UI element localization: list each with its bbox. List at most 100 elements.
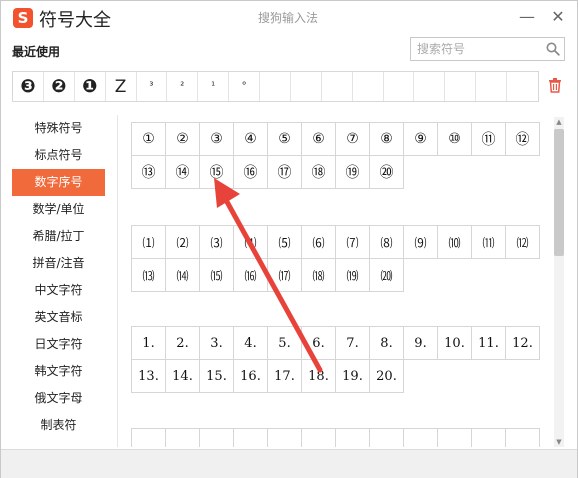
- symbol-cell[interactable]: ⑭: [166, 156, 200, 189]
- symbol-cell[interactable]: 12.: [506, 327, 540, 360]
- symbol-cell[interactable]: 9.: [404, 327, 438, 360]
- recent-symbol[interactable]: ❸: [13, 72, 44, 101]
- symbol-cell[interactable]: ⒀: [132, 259, 166, 292]
- scrollbar-thumb[interactable]: [554, 129, 564, 256]
- symbol-cell[interactable]: 17.: [268, 360, 302, 393]
- symbol-cell[interactable]: ⑷: [234, 226, 268, 259]
- search-box[interactable]: [410, 37, 565, 61]
- symbol-cell[interactable]: 8.: [370, 327, 404, 360]
- close-button[interactable]: ✕: [548, 7, 568, 27]
- search-input[interactable]: [411, 38, 537, 60]
- recent-symbol[interactable]: ❷: [44, 72, 75, 101]
- sidebar-item-japanese-chars[interactable]: 日文字符: [12, 331, 105, 358]
- minimize-button[interactable]: —: [517, 7, 537, 27]
- symbol-cell-partial[interactable]: [166, 429, 200, 447]
- recent-symbol[interactable]: ¹: [198, 72, 230, 101]
- symbol-cell[interactable]: ⑱: [302, 156, 336, 189]
- symbol-cell[interactable]: 1.: [132, 327, 166, 360]
- symbol-cell[interactable]: 4.: [234, 327, 268, 360]
- symbol-cell[interactable]: 19.: [336, 360, 370, 393]
- sidebar-item-pinyin-zhuyin[interactable]: 拼音/注音: [12, 250, 105, 277]
- symbol-cell[interactable]: 3.: [200, 327, 234, 360]
- symbol-cell[interactable]: ⒇: [370, 259, 404, 292]
- symbol-cell[interactable]: 7.: [336, 327, 370, 360]
- symbol-cell[interactable]: ⑾: [472, 226, 506, 259]
- search-icon[interactable]: [546, 42, 560, 56]
- symbol-cell[interactable]: ⒃: [234, 259, 268, 292]
- symbol-cell-partial[interactable]: [438, 429, 472, 447]
- symbol-cell[interactable]: 5.: [268, 327, 302, 360]
- symbol-cell[interactable]: ⑤: [268, 123, 302, 156]
- sidebar-item-greek-latin[interactable]: 希腊/拉丁: [12, 223, 105, 250]
- symbol-cell[interactable]: ⑮: [200, 156, 234, 189]
- symbol-cell[interactable]: ①: [132, 123, 166, 156]
- symbol-cell-partial[interactable]: [132, 429, 166, 447]
- symbol-cell[interactable]: 18.: [302, 360, 336, 393]
- symbol-cell[interactable]: ⑥: [302, 123, 336, 156]
- symbol-cell[interactable]: ⑿: [506, 226, 540, 259]
- symbol-cell[interactable]: 16.: [234, 360, 268, 393]
- symbol-cell-partial[interactable]: [370, 429, 404, 447]
- sidebar-item-english-phonetic[interactable]: 英文音标: [12, 304, 105, 331]
- symbol-cell[interactable]: ⒁: [166, 259, 200, 292]
- recent-symbol[interactable]: ❶: [75, 72, 106, 101]
- symbol-cell[interactable]: ⑬: [132, 156, 166, 189]
- symbol-cell[interactable]: ⑪: [472, 123, 506, 156]
- trash-icon[interactable]: [548, 77, 562, 93]
- symbol-cell-partial[interactable]: [404, 429, 438, 447]
- symbol-cell[interactable]: ⑰: [268, 156, 302, 189]
- recent-symbol[interactable]: ³: [137, 72, 168, 101]
- symbol-cell[interactable]: 2.: [166, 327, 200, 360]
- scroll-down-arrow-icon[interactable]: ▼: [554, 437, 564, 447]
- symbol-cell[interactable]: 20.: [370, 360, 404, 393]
- symbol-cell[interactable]: 14.: [166, 360, 200, 393]
- symbol-cell[interactable]: ⒂: [200, 259, 234, 292]
- symbol-cell[interactable]: 10.: [438, 327, 472, 360]
- symbol-cell[interactable]: ⑻: [370, 226, 404, 259]
- symbol-cell[interactable]: ⑶: [200, 226, 234, 259]
- symbol-cell[interactable]: ③: [200, 123, 234, 156]
- symbol-cell[interactable]: 15.: [200, 360, 234, 393]
- recent-symbol[interactable]: Z: [106, 72, 137, 101]
- symbol-cell-partial[interactable]: [506, 429, 540, 447]
- symbol-cell[interactable]: ④: [234, 123, 268, 156]
- symbol-cell[interactable]: ⑽: [438, 226, 472, 259]
- sidebar-item-russian-letters[interactable]: 俄文字母: [12, 385, 105, 412]
- symbol-cell[interactable]: ⑧: [370, 123, 404, 156]
- symbol-cell[interactable]: ⑹: [302, 226, 336, 259]
- sidebar-item-number-sequence[interactable]: 数字序号: [12, 169, 105, 196]
- symbol-cell-partial[interactable]: [472, 429, 506, 447]
- sidebar-item-korean-chars[interactable]: 韩文字符: [12, 358, 105, 385]
- sidebar-item-box-drawing[interactable]: 制表符: [12, 412, 105, 439]
- sidebar-item-punctuation[interactable]: 标点符号: [12, 142, 105, 169]
- symbol-cell[interactable]: ⑼: [404, 226, 438, 259]
- symbol-cell[interactable]: ⑸: [268, 226, 302, 259]
- symbol-cell-partial[interactable]: [268, 429, 302, 447]
- recent-symbol[interactable]: °: [229, 72, 260, 101]
- scroll-up-arrow-icon[interactable]: ▲: [554, 117, 564, 127]
- symbol-cell[interactable]: ⒆: [336, 259, 370, 292]
- sidebar-item-chinese-chars[interactable]: 中文字符: [12, 277, 105, 304]
- symbol-cell[interactable]: ⑦: [336, 123, 370, 156]
- symbol-cell-partial[interactable]: [234, 429, 268, 447]
- symbol-cell-partial[interactable]: [336, 429, 370, 447]
- symbol-cell-partial[interactable]: [302, 429, 336, 447]
- sidebar-item-math-units[interactable]: 数学/单位: [12, 196, 105, 223]
- symbol-cell[interactable]: ⑴: [132, 226, 166, 259]
- symbol-cell-partial[interactable]: [200, 429, 234, 447]
- symbol-cell[interactable]: ⑩: [438, 123, 472, 156]
- symbol-cell[interactable]: ⒄: [268, 259, 302, 292]
- symbol-cell[interactable]: ⑺: [336, 226, 370, 259]
- symbol-cell[interactable]: ⑲: [336, 156, 370, 189]
- symbol-cell[interactable]: ⑳: [370, 156, 404, 189]
- recent-symbol[interactable]: ²: [167, 72, 199, 101]
- symbol-cell[interactable]: 6.: [302, 327, 336, 360]
- symbol-cell[interactable]: ⑨: [404, 123, 438, 156]
- sidebar-item-special-symbols[interactable]: 特殊符号: [12, 115, 105, 142]
- symbol-cell[interactable]: 11.: [472, 327, 506, 360]
- symbol-cell[interactable]: ⑵: [166, 226, 200, 259]
- symbol-cell[interactable]: ⒅: [302, 259, 336, 292]
- symbol-cell[interactable]: ⑯: [234, 156, 268, 189]
- symbol-cell[interactable]: 13.: [132, 360, 166, 393]
- symbol-cell[interactable]: ⑫: [506, 123, 540, 156]
